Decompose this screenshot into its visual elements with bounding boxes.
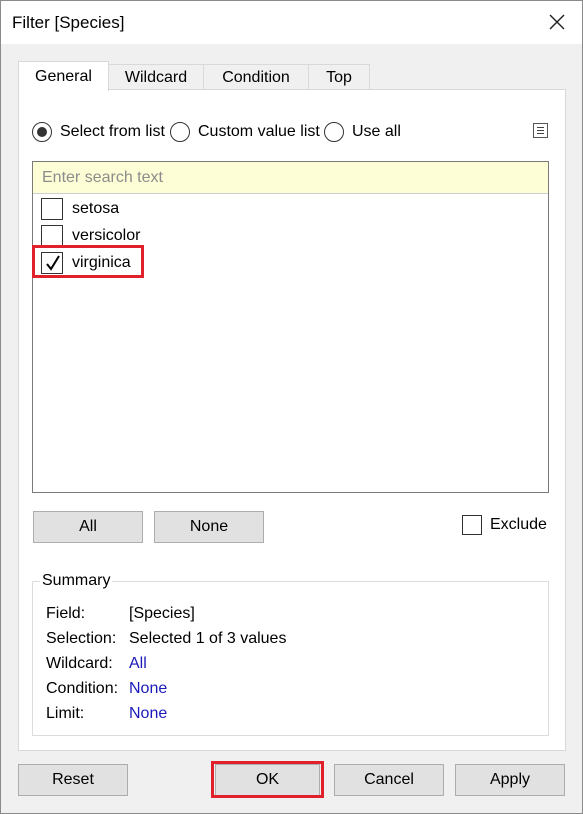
- checkbox[interactable]: [41, 225, 63, 247]
- radio-label: Select from list: [60, 123, 165, 140]
- radio-button[interactable]: [170, 122, 190, 142]
- exclude-checkbox[interactable]: Exclude: [462, 515, 547, 535]
- window-title: Filter [Species]: [12, 13, 125, 32]
- close-button[interactable]: [531, 0, 583, 44]
- summary-limit-label: Limit:: [46, 705, 85, 722]
- ok-label: OK: [255, 771, 280, 788]
- cancel-button[interactable]: Cancel: [334, 764, 444, 796]
- radio-use-all[interactable]: Use all: [324, 121, 401, 143]
- reset-button[interactable]: Reset: [18, 764, 128, 796]
- reset-label: Reset: [52, 771, 94, 788]
- cancel-label: Cancel: [364, 771, 414, 788]
- checkbox[interactable]: [41, 198, 63, 220]
- summary-condition-value[interactable]: None: [129, 680, 167, 698]
- tab-wildcard-label: Wildcard: [124, 68, 188, 86]
- list-item-virginica[interactable]: virginica: [41, 251, 131, 275]
- close-icon: [549, 14, 565, 30]
- summary-limit-value[interactable]: None: [129, 705, 167, 723]
- radio-select-from-list[interactable]: Select from list: [32, 121, 165, 143]
- summary-wildcard-value[interactable]: All: [129, 655, 147, 673]
- tab-top[interactable]: Top: [308, 64, 370, 90]
- list-item-setosa[interactable]: setosa: [41, 197, 119, 221]
- radio-label: Custom value list: [198, 123, 320, 140]
- search-input[interactable]: [33, 162, 548, 194]
- checkbox-checked[interactable]: [41, 252, 63, 274]
- tab-wildcard[interactable]: Wildcard: [108, 64, 204, 90]
- checkmark-icon: [46, 255, 60, 271]
- list-item-label: versicolor: [72, 227, 141, 244]
- select-none-label: None: [189, 518, 229, 535]
- value-list[interactable]: setosa versicolor virginica: [32, 161, 549, 493]
- tab-top-label: Top: [326, 68, 352, 86]
- list-options-menu-icon[interactable]: [533, 123, 548, 138]
- apply-button[interactable]: Apply: [455, 764, 565, 796]
- summary-selection-value: Selected 1 of 3 values: [129, 630, 287, 647]
- summary-condition-label: Condition:: [46, 680, 119, 697]
- ok-button[interactable]: OK: [215, 764, 320, 796]
- summary-field-value: [Species]: [129, 605, 195, 622]
- select-none-button[interactable]: None: [154, 511, 264, 543]
- tab-condition[interactable]: Condition: [203, 64, 309, 90]
- summary-selection-label: Selection:: [46, 630, 117, 647]
- summary-legend: Summary: [40, 572, 113, 590]
- list-item-label: setosa: [72, 200, 120, 217]
- summary-field-label: Field:: [46, 605, 86, 622]
- tab-condition-label: Condition: [222, 68, 290, 86]
- title-bar: Filter [Species]: [0, 0, 583, 44]
- list-item-label: virginica: [72, 254, 131, 271]
- radio-custom-value-list[interactable]: Custom value list: [170, 121, 320, 143]
- radio-button[interactable]: [324, 122, 344, 142]
- checkbox[interactable]: [462, 515, 482, 535]
- select-all-label: All: [79, 518, 97, 535]
- tab-general-label: General: [35, 67, 92, 85]
- apply-label: Apply: [489, 771, 531, 788]
- list-item-versicolor[interactable]: versicolor: [41, 224, 140, 248]
- radio-button-selected[interactable]: [32, 122, 52, 142]
- exclude-label: Exclude: [490, 516, 547, 533]
- radio-label: Use all: [352, 123, 401, 140]
- select-all-button[interactable]: All: [33, 511, 143, 543]
- tab-general[interactable]: General: [18, 61, 109, 91]
- summary-wildcard-label: Wildcard:: [46, 655, 113, 672]
